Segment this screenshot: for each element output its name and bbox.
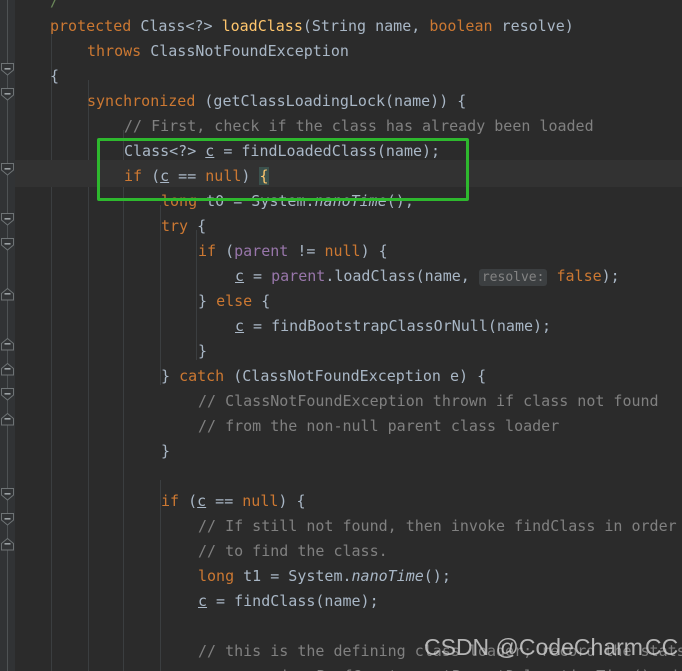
code-line[interactable]: // First, check if the class has already…	[124, 114, 594, 139]
code-token-uvar: c	[235, 267, 245, 285]
code-line[interactable]: // to find the class.	[198, 539, 388, 564]
code-token-kw: if	[124, 167, 143, 185]
code-token-kw: if	[198, 242, 217, 260]
code-token-uvar: c	[198, 592, 208, 610]
code-line[interactable]: } catch (ClassNotFoundException e) {	[161, 364, 486, 389]
code-line[interactable]: try {	[161, 214, 206, 239]
code-token-txt: ==	[206, 492, 243, 510]
code-token-txt: = findBootstrapClassOrNull(name);	[244, 317, 552, 335]
code-token-txt: }	[161, 442, 171, 460]
code-token-txt: .loadClass(name,	[325, 267, 479, 285]
code-token-kw: synchronized	[87, 92, 205, 110]
code-line[interactable]: /	[50, 0, 59, 14]
code-token-kw: else	[216, 292, 253, 310]
code-line[interactable]: c = findBootstrapClassOrNull(name);	[235, 314, 551, 339]
code-line[interactable]: sun.misc.PerfCounter.getParentDelegation…	[235, 664, 682, 671]
code-token-txt: ==	[169, 167, 206, 185]
code-token-txt: ClassNotFoundException	[150, 42, 349, 60]
code-token-kw: if	[161, 492, 180, 510]
code-token-uvar: c	[205, 142, 215, 160]
code-token-txt: {	[252, 292, 271, 310]
code-token-cmt: // from the non-null parent class loader	[198, 417, 560, 435]
code-line[interactable]: if (c == null) {	[124, 164, 269, 189]
code-token-hint: resolve:	[478, 269, 548, 286]
code-token-txt: t0 = System.	[197, 192, 315, 210]
code-token-mth: loadClass	[221, 17, 303, 35]
code-line[interactable]: }	[161, 439, 170, 464]
code-token-kw: boolean	[429, 17, 493, 35]
code-line[interactable]: c = parent.loadClass(name, resolve: fals…	[235, 264, 620, 289]
code-token-txt: {	[188, 217, 207, 235]
code-line[interactable]: Class<?> c = findLoadedClass(name);	[124, 139, 440, 164]
code-line[interactable]: protected Class<?> loadClass(String name…	[50, 14, 574, 39]
code-token-uvar: c	[160, 167, 170, 185]
code-line[interactable]: {	[50, 64, 59, 89]
code-token-cmt: // ClassNotFoundException thrown if clas…	[198, 392, 659, 410]
code-token-cmt: // If still not found, then invoke findC…	[198, 517, 677, 535]
code-token-cmt: sun.misc.PerfCounter.getParentDelegation…	[235, 667, 682, 671]
code-line[interactable]: c = findClass(name);	[198, 589, 379, 614]
code-token-uvar: c	[235, 317, 245, 335]
code-token-kw: null	[242, 492, 279, 510]
code-token-txt: (	[216, 242, 235, 260]
code-token-kw: protected	[50, 17, 141, 35]
code-token-txt: =	[244, 267, 272, 285]
code-token-txt: = findLoadedClass(name);	[214, 142, 441, 160]
code-line[interactable]: // If still not found, then invoke findC…	[198, 514, 677, 539]
code-token-ital: nanoTime	[314, 192, 387, 210]
code-token-cmt: // to find the class.	[198, 542, 388, 560]
code-line[interactable]: }	[198, 339, 207, 364]
code-token-txt: {	[50, 67, 60, 85]
code-line[interactable]: throws ClassNotFoundException	[87, 39, 349, 64]
code-token-txt: Class<?>	[124, 142, 206, 160]
code-line[interactable]: long t1 = System.nanoTime();	[198, 564, 451, 589]
code-token-ital: nanoTime	[351, 567, 424, 585]
code-token-txt: ) {	[278, 492, 306, 510]
code-line[interactable]: synchronized (getClassLoadingLock(name))…	[87, 89, 466, 114]
code-line[interactable]: // ClassNotFoundException thrown if clas…	[198, 389, 659, 414]
code-token-kw: catch	[179, 367, 225, 385]
code-line[interactable]: } else {	[198, 289, 270, 314]
code-line[interactable]: long t0 = System.nanoTime();	[161, 189, 414, 214]
code-token-txt: (	[179, 492, 198, 510]
code-token-kw: long	[198, 567, 235, 585]
code-token-txt: }	[161, 367, 180, 385]
code-token-cmt: // First, check if the class has already…	[124, 117, 594, 135]
code-token-txt: (ClassNotFoundException e) {	[224, 367, 487, 385]
code-token-txt: = findClass(name);	[207, 592, 379, 610]
code-token-kw: null	[324, 242, 361, 260]
code-token-kw: null	[205, 167, 242, 185]
code-line[interactable]: if (c == null) {	[161, 489, 306, 514]
code-token-fld: parent	[271, 267, 326, 285]
code-token-txt: (String name,	[302, 17, 430, 35]
code-token-fld: parent	[234, 242, 289, 260]
code-token-txt: resolve)	[492, 17, 574, 35]
code-token-txt: (getClassLoadingLock(name)) {	[204, 92, 467, 110]
code-token-txt: ();	[386, 192, 414, 210]
code-token-txt: ) {	[360, 242, 388, 260]
code-text-layer[interactable]: / protected Class<?> loadClass(String nam…	[0, 0, 682, 671]
code-line[interactable]: if (parent != null) {	[198, 239, 388, 264]
code-token-uvar: c	[197, 492, 207, 510]
code-token-kw: long	[161, 192, 198, 210]
code-token-txt: ();	[423, 567, 451, 585]
code-token-txt: (	[142, 167, 161, 185]
code-token-txt: Class<?>	[140, 17, 222, 35]
code-token-txt: t1 = System.	[234, 567, 352, 585]
code-token-kw: false	[556, 267, 602, 285]
code-token-str: /	[50, 0, 60, 10]
code-token-txt: }	[198, 292, 217, 310]
watermark-text: CSDN @CodeCharm	[424, 634, 643, 660]
code-token-txt: );	[601, 267, 620, 285]
code-token-kw: throws	[87, 42, 151, 60]
code-line[interactable]: // from the non-null parent class loader	[198, 414, 559, 439]
code-token-brace-hl: {	[259, 167, 269, 185]
code-editor[interactable]: / protected Class<?> loadClass(String nam…	[0, 0, 682, 671]
code-token-txt: !=	[288, 242, 325, 260]
watermark-suffix: CC	[645, 634, 679, 660]
code-token-txt: }	[198, 342, 208, 360]
code-token-kw: try	[161, 217, 189, 235]
code-token-txt: )	[241, 167, 260, 185]
